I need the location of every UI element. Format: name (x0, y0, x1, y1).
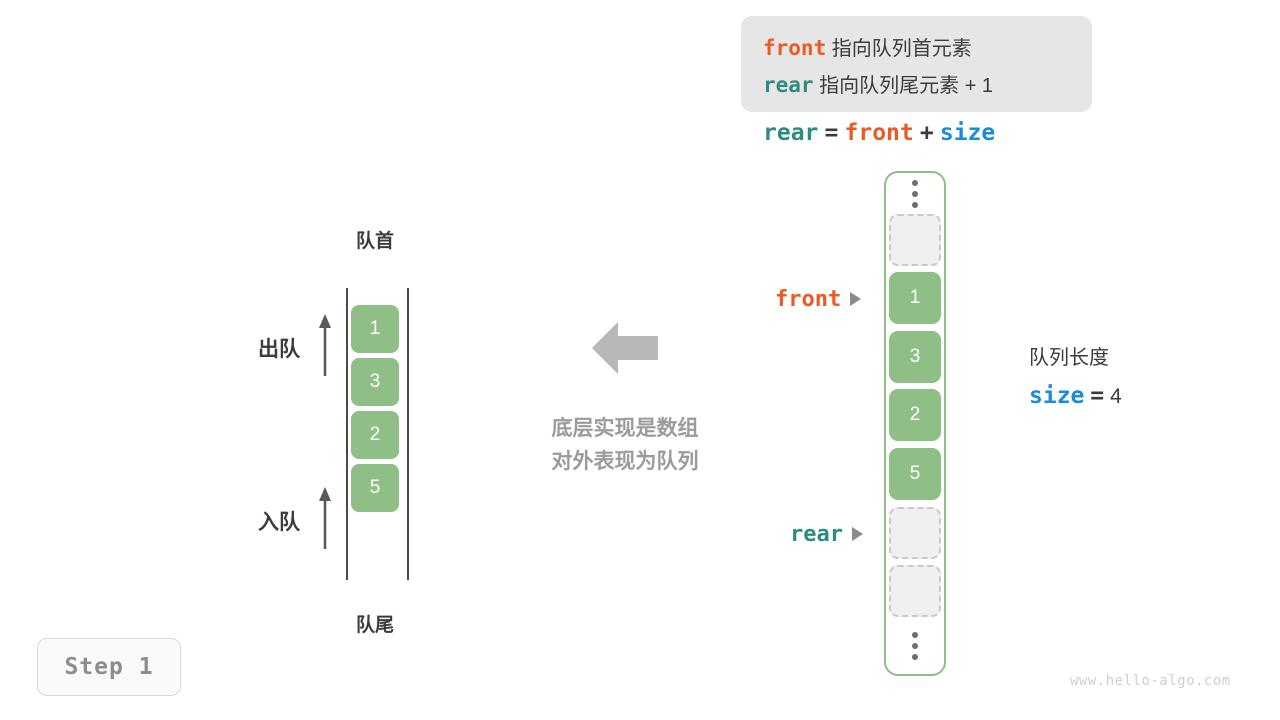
arrow-right-icon (851, 527, 863, 541)
formula-equals: = (824, 120, 839, 146)
queue-rail-right (407, 288, 409, 580)
formula-front: front (844, 120, 914, 146)
front-description: 指向队列首元素 (826, 38, 972, 60)
rear-formula: rear = front + size (763, 120, 995, 146)
enqueue-label: 入队 (258, 511, 300, 534)
front-keyword: front (763, 36, 827, 60)
size-equals: = (1090, 383, 1105, 409)
queue-cell: 2 (351, 411, 399, 459)
definition-box: front 指向队列首元素 rear 指向队列尾元素 + 1 (741, 16, 1092, 112)
arrow-right-icon (850, 292, 862, 306)
center-note-line-1: 底层实现是数组 (551, 417, 699, 440)
size-value: 4 (1109, 385, 1122, 408)
queue-cell: 1 (351, 305, 399, 353)
array-cell-filled: 2 (889, 389, 941, 441)
formula-plus: + (919, 120, 934, 146)
dequeue-label: 出队 (258, 338, 300, 361)
vertical-ellipsis-icon (909, 632, 921, 660)
queue-cell: 5 (351, 464, 399, 512)
arrow-left-icon (592, 322, 658, 374)
array-cell-filled: 1 (889, 272, 941, 324)
diagram-canvas: Step 1 队首 1 3 2 5 出队 入队 队尾 底层实现是数组 对外表现为… (0, 0, 1280, 720)
size-caption: 队列长度 (1029, 347, 1109, 369)
rear-description: 指向队列尾元素 + 1 (813, 75, 994, 97)
arrow-up-icon (319, 487, 331, 549)
rear-pointer: rear (790, 519, 863, 549)
queue-head-label: 队首 (355, 231, 394, 252)
center-note: 底层实现是数组 对外表现为队列 (500, 412, 750, 478)
queue-rail-left (346, 288, 348, 580)
array-cell-filled: 3 (889, 331, 941, 383)
definition-line-rear: rear 指向队列尾元素 + 1 (763, 69, 993, 98)
size-annotation: 队列长度 size = 4 (1029, 343, 1122, 411)
size-expression: size = 4 (1029, 382, 1122, 411)
front-pointer-label: front (775, 286, 842, 312)
array-cell-empty (889, 214, 941, 266)
array-cell-empty (889, 565, 941, 617)
queue-tail-label: 队尾 (355, 615, 394, 636)
center-note-line-2: 对外表现为队列 (551, 450, 699, 473)
front-pointer: front (775, 284, 862, 314)
step-badge-label: Step 1 (64, 654, 154, 680)
definition-line-front: front 指向队列首元素 (763, 32, 972, 61)
size-keyword: size (1029, 383, 1085, 409)
vertical-ellipsis-icon (909, 180, 921, 208)
array-cell-empty (889, 507, 941, 559)
rear-keyword: rear (763, 73, 814, 97)
formula-rear: rear (763, 120, 819, 146)
array-cell-filled: 5 (889, 448, 941, 500)
rear-pointer-label: rear (790, 521, 843, 547)
arrow-up-icon (319, 314, 331, 376)
watermark: www.hello-algo.com (1070, 673, 1231, 689)
queue-cell: 3 (351, 358, 399, 406)
step-badge: Step 1 (37, 638, 181, 696)
formula-size: size (939, 120, 996, 146)
